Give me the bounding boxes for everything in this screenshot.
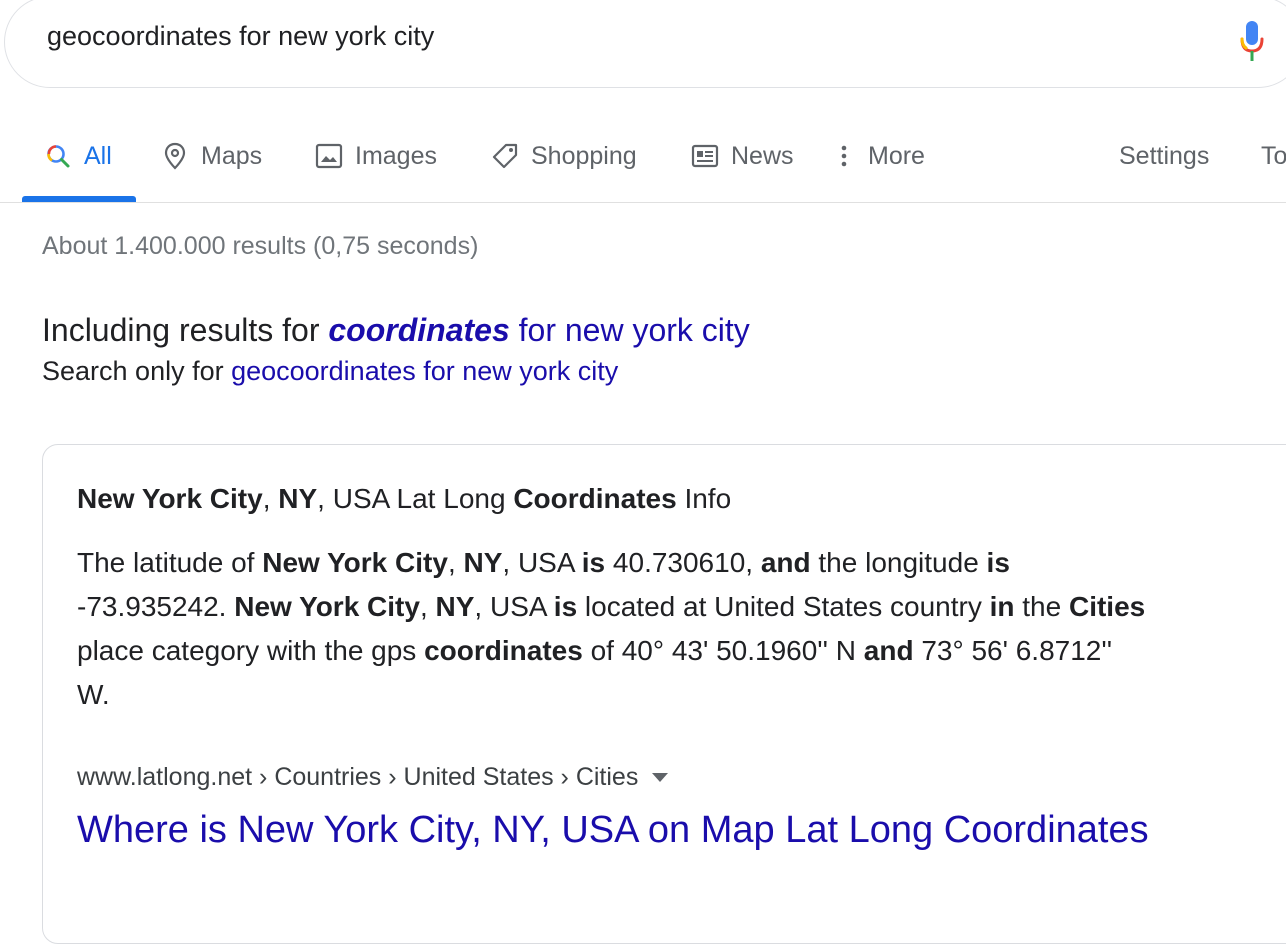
featured-snippet-card: New York City, NY, USA Lat Long Coordina… bbox=[42, 444, 1286, 944]
snippet-segment: NY bbox=[435, 591, 475, 622]
featured-snippet-title: New York City, NY, USA Lat Long Coordina… bbox=[77, 483, 731, 515]
corrected-query-link[interactable]: coordinates for new york city bbox=[328, 312, 749, 348]
result-stats: About 1.400.000 results (0,75 seconds) bbox=[42, 232, 479, 260]
tab-news[interactable]: News bbox=[691, 136, 794, 176]
result-title-link[interactable]: Where is New York City, NY, USA on Map L… bbox=[77, 809, 1149, 852]
snippet-segment: New York City bbox=[262, 547, 448, 578]
featured-snippet-text: The latitude of New York City, NY, USA i… bbox=[77, 541, 1286, 717]
snippet-segment: 73° 56' 6.8712'' bbox=[913, 635, 1113, 666]
tab-label: All bbox=[84, 141, 112, 170]
search-only-line: Search only for geocoordinates for new y… bbox=[42, 356, 618, 387]
microphone-icon[interactable] bbox=[1237, 19, 1267, 63]
snippet-segment: place category with the gps bbox=[77, 635, 425, 666]
tab-label: Images bbox=[355, 141, 437, 170]
snippet-segment: NY bbox=[463, 547, 503, 578]
snippet-segment: is bbox=[986, 547, 1010, 578]
search-input[interactable]: geocoordinates for new york city bbox=[47, 21, 434, 52]
settings-link[interactable]: Settings bbox=[1119, 136, 1209, 176]
snippet-segment: , bbox=[419, 591, 436, 622]
snippet-segment: is bbox=[581, 547, 606, 578]
image-icon bbox=[315, 142, 343, 170]
including-results-line: Including results for coordinates for ne… bbox=[42, 312, 750, 349]
tab-label: Shopping bbox=[531, 141, 637, 170]
snippet-segment: -73.935242. bbox=[77, 591, 235, 622]
result-breadcrumb: www.latlong.net › Countries › United Sta… bbox=[77, 763, 669, 792]
snippet-segment: , bbox=[447, 547, 464, 578]
search-box[interactable]: geocoordinates for new york city bbox=[4, 0, 1286, 88]
title-segment: , bbox=[262, 483, 279, 514]
snippet-line: -73.935242. New York City, NY, USA is lo… bbox=[77, 585, 1286, 629]
snippet-segment: , USA bbox=[502, 547, 582, 578]
corrected-word: coordinates bbox=[328, 312, 510, 348]
map-pin-icon bbox=[161, 142, 189, 170]
corrected-rest: for new york city bbox=[509, 312, 750, 348]
snippet-line: place category with the gps coordinates … bbox=[77, 629, 1286, 673]
snippet-segment: and bbox=[863, 635, 914, 666]
tab-images[interactable]: Images bbox=[315, 136, 437, 176]
search-only-prefix: Search only for bbox=[42, 356, 232, 386]
title-segment: NY bbox=[278, 483, 318, 514]
title-segment: Coordinates bbox=[513, 483, 677, 514]
title-segment: , USA Lat Long bbox=[317, 483, 514, 514]
tools-link[interactable]: To bbox=[1261, 136, 1286, 176]
tab-label: News bbox=[731, 141, 794, 170]
snippet-segment: , USA bbox=[474, 591, 554, 622]
caret-down-icon[interactable] bbox=[652, 773, 669, 782]
original-query-link[interactable]: geocoordinates for new york city bbox=[231, 356, 618, 386]
snippet-segment: and bbox=[760, 547, 811, 578]
tab-label: Maps bbox=[201, 141, 263, 170]
snippet-segment: coordinates bbox=[424, 635, 583, 666]
snippet-segment: located at United States country bbox=[577, 591, 990, 622]
snippet-segment: the longitude bbox=[810, 547, 987, 578]
snippet-segment: New York City bbox=[234, 591, 420, 622]
search-tabs: All Maps Images Shopping News More Setti… bbox=[0, 120, 1286, 202]
snippet-segment: of 40° 43' 50.1960'' N bbox=[582, 635, 864, 666]
tab-more[interactable]: More bbox=[838, 136, 925, 176]
including-prefix: Including results for bbox=[42, 312, 329, 348]
snippet-segment: Cities bbox=[1068, 591, 1146, 622]
snippet-segment: 40.730610, bbox=[605, 547, 761, 578]
snippet-segment: W. bbox=[77, 679, 110, 710]
tab-label: More bbox=[868, 141, 925, 170]
tab-maps[interactable]: Maps bbox=[161, 136, 262, 176]
snippet-segment: in bbox=[989, 591, 1015, 622]
title-segment: New York City bbox=[77, 483, 263, 514]
search-icon bbox=[44, 142, 72, 170]
tag-icon bbox=[491, 142, 519, 170]
tab-all[interactable]: All bbox=[44, 136, 112, 176]
snippet-segment: The latitude of bbox=[77, 547, 263, 578]
snippet-segment: the bbox=[1014, 591, 1069, 622]
tabs-divider bbox=[0, 202, 1286, 203]
snippet-segment: is bbox=[553, 591, 578, 622]
title-segment: Info bbox=[676, 483, 732, 514]
snippet-line: The latitude of New York City, NY, USA i… bbox=[77, 541, 1286, 585]
breadcrumb-text: www.latlong.net › Countries › United Sta… bbox=[77, 763, 639, 791]
tab-shopping[interactable]: Shopping bbox=[491, 136, 637, 176]
snippet-line: W. bbox=[77, 673, 1286, 717]
more-vertical-icon bbox=[838, 142, 850, 170]
newspaper-icon bbox=[691, 142, 719, 170]
